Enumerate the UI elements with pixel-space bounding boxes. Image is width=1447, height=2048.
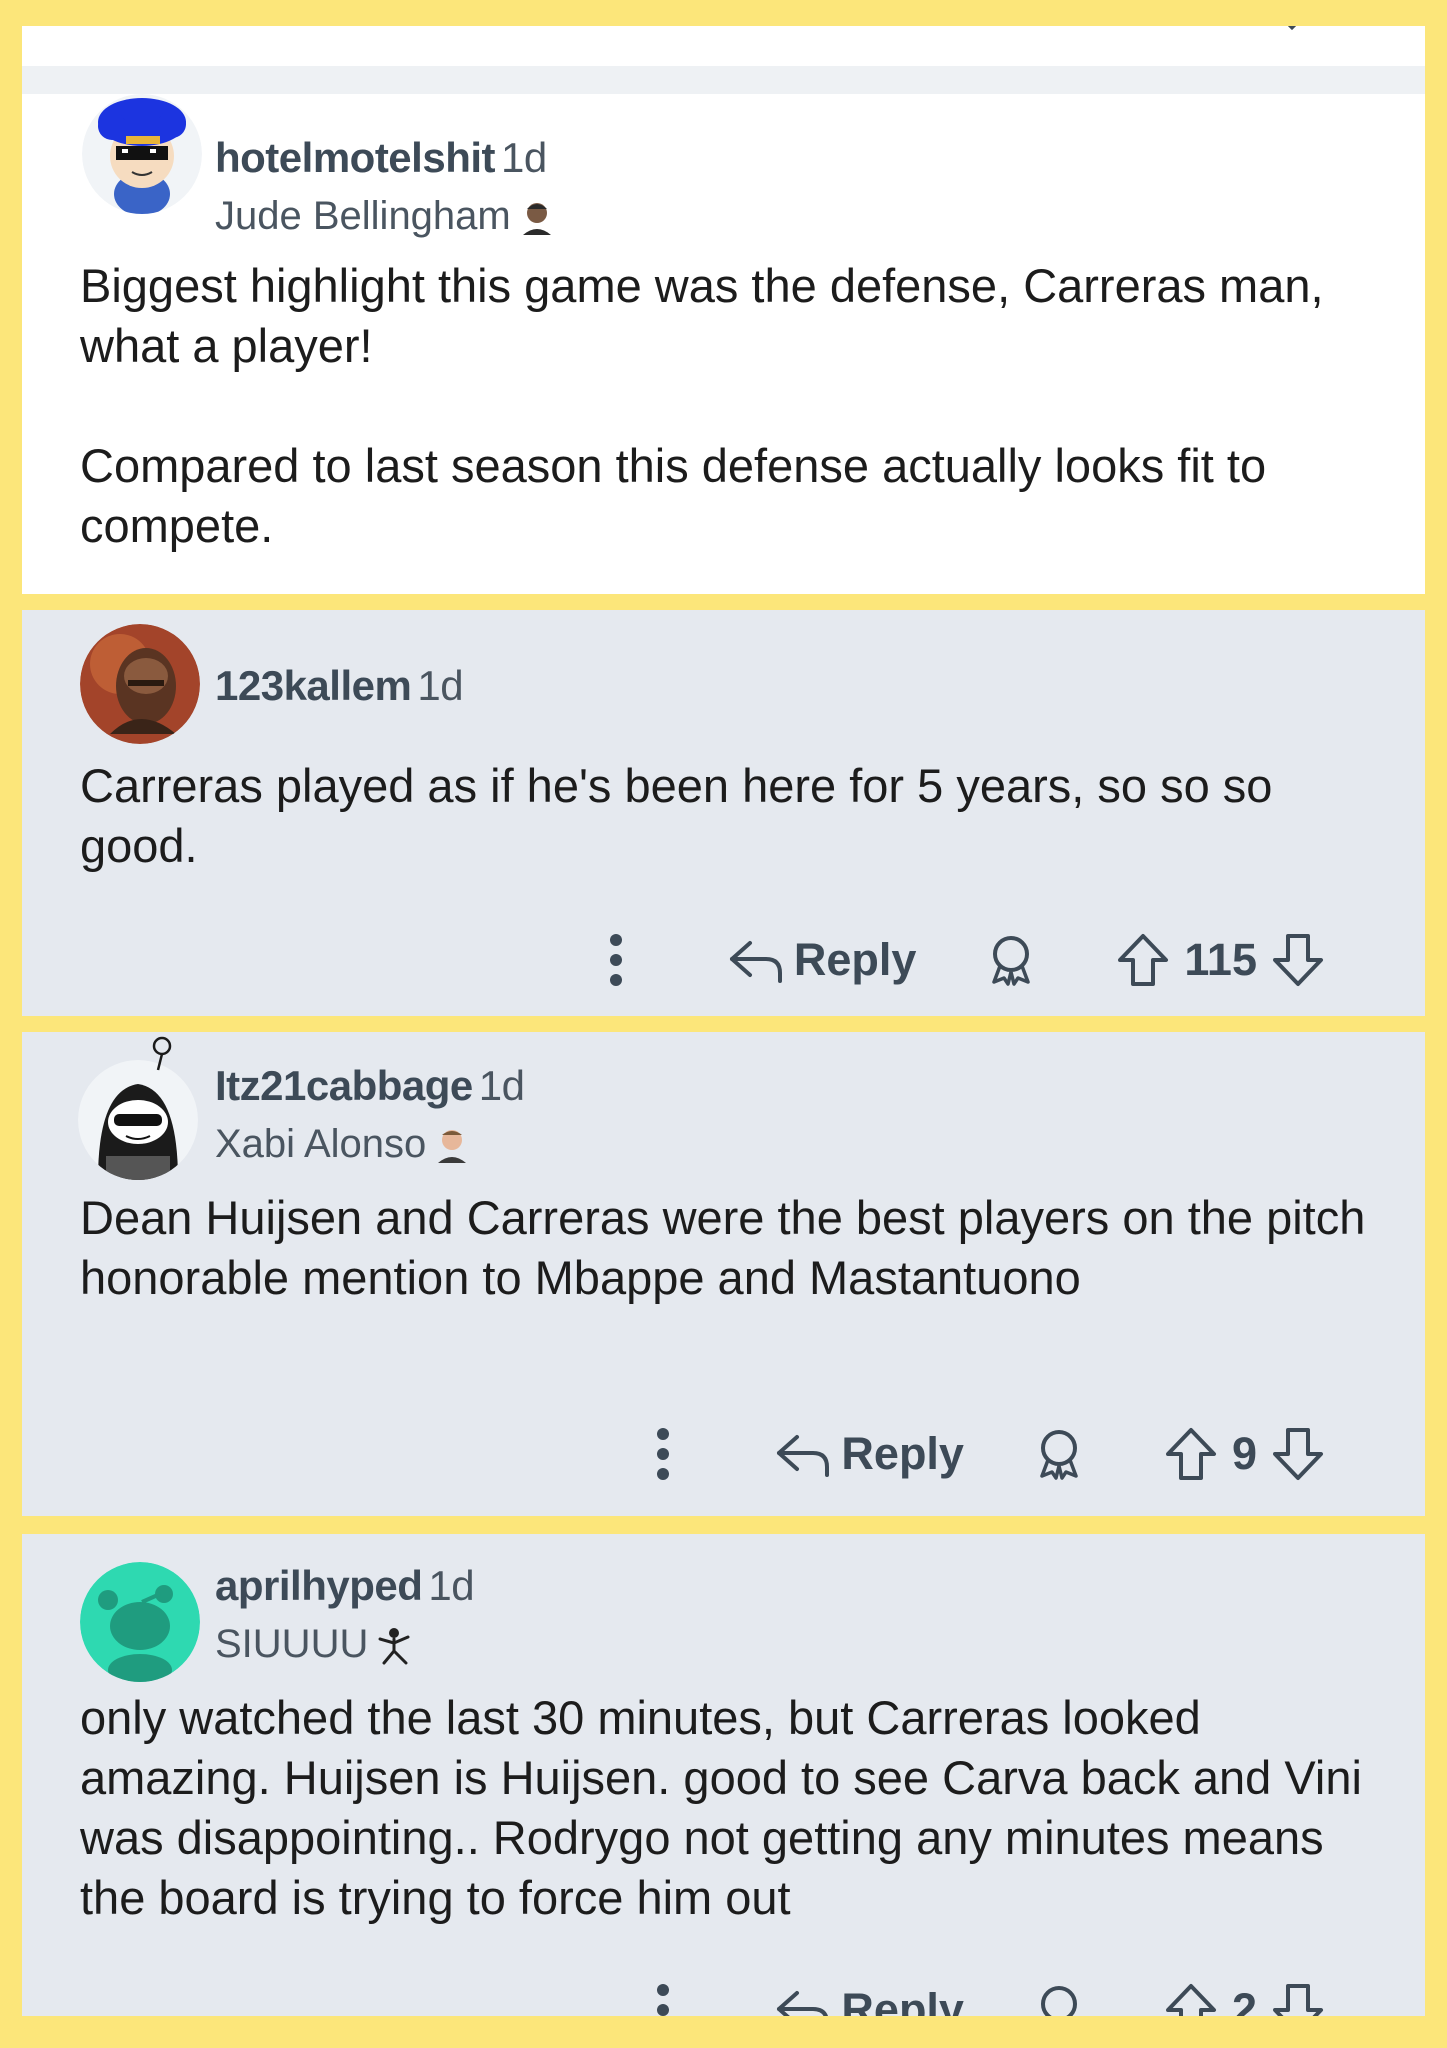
upvote-button[interactable] — [1116, 932, 1170, 988]
comment-age: 1d — [417, 662, 464, 709]
avatar-accessory-icon — [152, 1036, 172, 1071]
downvote-button[interactable] — [1271, 932, 1325, 988]
comment-actions: Reply 9 — [653, 1424, 1325, 1484]
clipped-action-row — [22, 26, 1425, 38]
comment-card: 123kallem 1d Carreras played as if he's b… — [22, 610, 1425, 1016]
comment-age: 1d — [428, 1562, 475, 1609]
upvote-button[interactable] — [1164, 1982, 1218, 2016]
username-text[interactable]: Itz21cabbage — [215, 1062, 473, 1109]
username[interactable]: aprilhyped 1d — [215, 1562, 475, 1610]
comment-paragraph: only watched the last 30 minutes, but Ca… — [80, 1691, 1362, 1924]
downvote-icon — [1273, 934, 1323, 986]
reply-arrow-icon — [729, 941, 782, 983]
more-options-button[interactable] — [653, 1426, 673, 1482]
comment-body: Dean Huijsen and Carreras were the best … — [80, 1188, 1400, 1308]
comment-body: only watched the last 30 minutes, but Ca… — [80, 1688, 1400, 1928]
flair-text: Xabi Alonso — [215, 1122, 427, 1166]
avatar[interactable] — [78, 1060, 198, 1180]
username[interactable]: Itz21cabbage 1d — [215, 1062, 525, 1110]
more-options-button[interactable] — [653, 1982, 673, 2016]
reply-arrow-icon — [777, 1991, 829, 2016]
player-flair-icon — [378, 1627, 410, 1664]
username-text[interactable]: 123kallem — [215, 662, 412, 709]
reply-label[interactable]: Reply — [841, 1984, 964, 2016]
user-flair: SIUUUU — [215, 1622, 414, 1667]
comment-paragraph: Biggest highlight this game was the defe… — [80, 259, 1324, 372]
avatar[interactable] — [80, 1562, 200, 1682]
avatar[interactable] — [80, 624, 200, 744]
upvote-icon — [1165, 1984, 1216, 2016]
reply-button[interactable]: Reply — [773, 1984, 964, 2016]
flair-text: Jude Bellingham — [215, 194, 511, 238]
reply-button[interactable]: Reply — [773, 1428, 964, 1480]
comment-paragraph: Dean Huijsen and Carreras were the best … — [80, 1191, 1366, 1304]
more-options-button[interactable] — [606, 932, 626, 988]
comment-age: 1d — [501, 134, 547, 181]
comment-actions: Reply 115 — [606, 930, 1325, 990]
username[interactable]: 123kallem 1d — [215, 662, 464, 710]
vote-score: 2 — [1231, 1984, 1257, 2016]
more-options-icon — [657, 1428, 670, 1480]
downvote-icon — [1287, 26, 1297, 31]
award-icon — [1040, 1986, 1077, 2016]
award-button[interactable] — [1034, 1428, 1084, 1480]
player-flair-icon — [438, 1129, 467, 1163]
comment-paragraph: Compared to last season this defense act… — [80, 439, 1267, 552]
comment-card: aprilhyped 1d SIUUUU only watched the las… — [22, 1534, 1425, 2016]
divider — [22, 66, 1425, 94]
username-text[interactable]: aprilhyped — [215, 1562, 423, 1609]
user-flair: Xabi Alonso — [215, 1122, 472, 1167]
comment-card: Itz21cabbage 1d Xabi Alonso Dean Huijsen … — [22, 1032, 1425, 1516]
award-icon — [992, 936, 1031, 986]
comment-age: 1d — [478, 1062, 525, 1109]
award-button[interactable] — [986, 934, 1036, 986]
comment-actions: Reply 2 — [653, 1980, 1325, 2016]
comment-paragraph: Carreras played as if he's been here for… — [80, 759, 1273, 872]
downvote-button[interactable] — [1271, 1426, 1325, 1482]
upvote-icon — [1165, 1428, 1216, 1480]
reply-label[interactable]: Reply — [794, 934, 917, 986]
reply-button[interactable]: Reply — [726, 934, 917, 986]
award-icon — [1040, 1430, 1078, 1480]
username-text[interactable]: hotelmotelshit — [215, 134, 496, 181]
more-options-icon — [657, 1984, 670, 2016]
vote-score: 9 — [1231, 1428, 1257, 1479]
reply-label[interactable]: Reply — [841, 1428, 964, 1480]
reply-arrow-icon — [777, 1435, 830, 1477]
upvote-icon — [1118, 934, 1169, 986]
user-flair: Jude Bellingham — [215, 194, 557, 239]
player-flair-icon — [522, 202, 551, 235]
award-button[interactable] — [1034, 1984, 1084, 2016]
downvote-icon — [1273, 1428, 1323, 1480]
username[interactable]: hotelmotelshit 1d — [215, 134, 547, 182]
vote-score: 115 — [1184, 934, 1257, 985]
comment-body: Carreras played as if he's been here for… — [80, 756, 1400, 876]
flair-text: SIUUUU — [215, 1622, 369, 1666]
comment-body: Biggest highlight this game was the defe… — [80, 256, 1400, 556]
downvote-button[interactable] — [1271, 1982, 1325, 2016]
downvote-icon — [1273, 1984, 1323, 2016]
more-options-icon — [609, 934, 622, 986]
upvote-button[interactable] — [1164, 1426, 1218, 1482]
avatar[interactable] — [82, 94, 202, 214]
comment-card: hotelmotelshit 1d Jude Bellingham Biggest… — [22, 26, 1425, 594]
